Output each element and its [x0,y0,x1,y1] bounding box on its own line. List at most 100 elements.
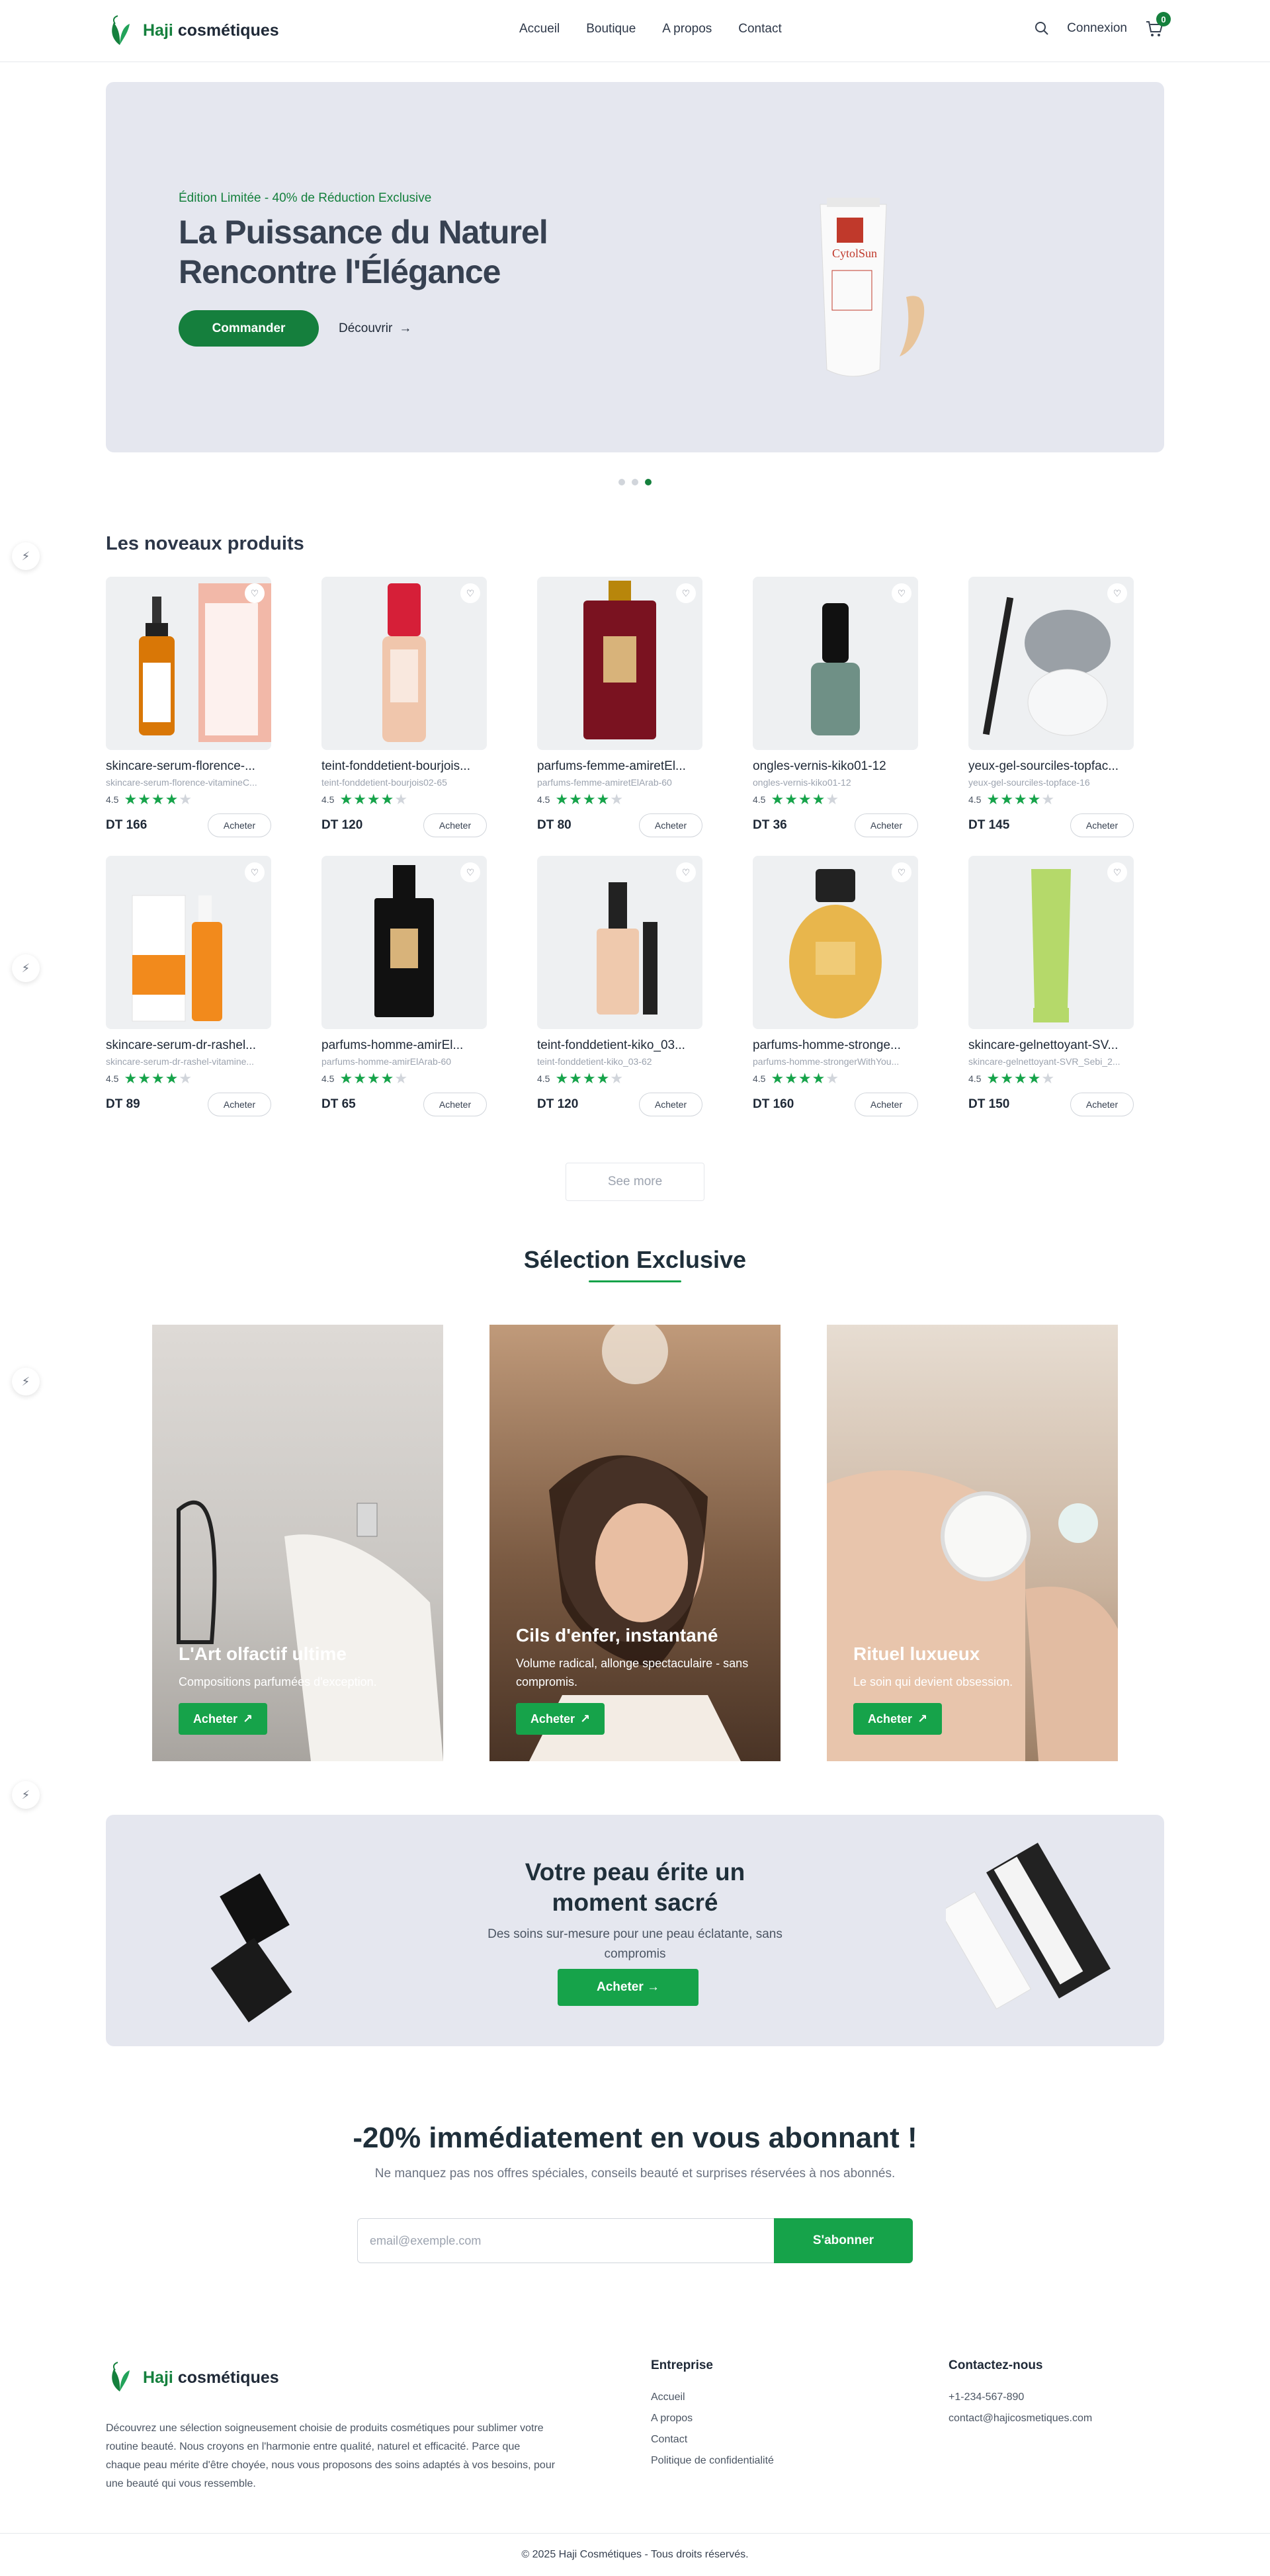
exclusive-card-mascara[interactable]: Cils d'enfer, instantané Volume radical,… [489,1325,781,1761]
star-rating-icon: ★★★★★ [555,1070,624,1087]
heart-icon[interactable]: ♡ [892,583,911,603]
buy-button[interactable]: Acheter [208,1093,271,1116]
product-name[interactable]: skincare-serum-florence-... [106,759,271,774]
perfume-bottle-icon [789,869,882,1018]
product-image[interactable]: ♡ [537,856,702,1029]
product-card[interactable]: ♡ skincare-serum-florence-... skincare-s… [106,577,271,841]
product-image[interactable]: ♡ [968,856,1134,1029]
product-name[interactable]: skincare-serum-dr-rashel... [106,1038,271,1053]
product-card[interactable]: ♡ skincare-gelnettoyant-SV... skincare-g… [968,856,1134,1120]
subscribe-button[interactable]: S'abonner [774,2218,913,2263]
exclusive-card-perfume[interactable]: L'Art olfactif ultime Compositions parfu… [152,1325,443,1761]
buy-button[interactable]: Acheter [423,1093,487,1116]
heart-icon[interactable]: ♡ [676,583,696,603]
bolt-icon[interactable]: ⚡ [12,1781,40,1809]
footer-phone[interactable]: +1-234-567-890 [949,2391,1092,2403]
product-image[interactable]: ♡ [321,856,487,1029]
search-icon[interactable] [1034,21,1050,36]
logo[interactable]: Haji cosmétiques [106,15,279,48]
product-card[interactable]: ♡ ongles-vernis-kiko01-12 ongles-vernis-… [753,577,918,841]
nav-a-propos[interactable]: A propos [662,22,712,36]
buy-button[interactable]: Acheter [855,813,918,837]
footer-link-accueil[interactable]: Accueil [651,2391,774,2403]
newsletter-subtitle: Ne manquez pas nos offres spéciales, con… [374,2167,896,2181]
heart-icon[interactable]: ♡ [1107,862,1127,882]
nav-accueil[interactable]: Accueil [519,22,560,36]
carousel-dot[interactable] [632,479,638,485]
buy-button[interactable]: Acheter [1070,813,1134,837]
product-card[interactable]: ♡ skincare-serum-dr-rashel... skincare-s… [106,856,271,1120]
external-link-icon: ↗ [579,1712,591,1725]
bolt-icon[interactable]: ⚡ [12,954,40,982]
product-name[interactable]: parfums-femme-amiretEl... [537,759,702,774]
carousel-dot[interactable] [618,479,625,485]
bolt-icon[interactable]: ⚡ [12,1368,40,1395]
heart-icon[interactable]: ♡ [892,862,911,882]
heart-icon[interactable]: ♡ [1107,583,1127,603]
footer-brand-name: Haji cosmétiques [143,2368,279,2387]
copyright: © 2025 Haji Cosmétiques - Tous droits ré… [0,2533,1270,2576]
product-name[interactable]: teint-fonddetient-bourjois... [321,759,487,774]
exclusive-card-cream[interactable]: Rituel luxueux Le soin qui devient obses… [827,1325,1118,1761]
carousel-dot-active[interactable] [645,479,652,485]
footer-column-title: Entreprise [651,2358,713,2372]
product-card[interactable]: ♡ parfums-femme-amiretEl... parfums-femm… [537,577,702,841]
new-products-title: Les noveaux produits [106,533,304,554]
nav-contact[interactable]: Contact [738,22,781,36]
buy-button[interactable]: Acheter [208,813,271,837]
buy-button[interactable]: Acheter [855,1093,918,1116]
product-name[interactable]: skincare-gelnettoyant-SV... [968,1038,1134,1053]
product-image[interactable]: ♡ [106,577,271,750]
product-image[interactable]: ♡ [321,577,487,750]
foundation-bottle-icon [382,583,426,742]
product-card[interactable]: ♡ teint-fonddetient-kiko_03... teint-fon… [537,856,702,1120]
product-price: DT 160 [753,1097,794,1111]
order-button[interactable]: Commander [179,310,319,347]
heart-icon[interactable]: ♡ [460,862,480,882]
buy-button[interactable]: Acheter [1070,1093,1134,1116]
heart-icon[interactable]: ♡ [676,862,696,882]
promo-buy-button[interactable]: Acheter → [558,1969,698,2006]
product-price: DT 65 [321,1097,356,1111]
see-more-button[interactable]: See more [566,1163,704,1201]
product-name[interactable]: teint-fonddetient-kiko_03... [537,1038,702,1053]
product-image[interactable]: ♡ [753,856,918,1029]
product-name[interactable]: parfums-homme-amirEl... [321,1038,487,1053]
product-image[interactable]: ♡ [106,856,271,1029]
exclusive-buy-button[interactable]: Acheter ↗ [516,1703,605,1735]
product-card[interactable]: ♡ parfums-homme-stronge... parfums-homme… [753,856,918,1120]
footer-link-contact[interactable]: Contact [651,2434,774,2446]
heart-icon[interactable]: ♡ [245,583,265,603]
heart-icon[interactable]: ♡ [460,583,480,603]
discover-link[interactable]: Découvrir → [339,321,411,336]
footer-link-privacy[interactable]: Politique de confidentialité [651,2455,774,2467]
product-image[interactable]: ♡ [537,577,702,750]
email-input[interactable]: email@exemple.com [357,2218,774,2263]
perfume-bottle-icon [583,581,656,739]
heart-icon[interactable]: ♡ [245,862,265,882]
product-rating: 4.5 ★★★★★ [321,1070,409,1087]
login-link[interactable]: Connexion [1067,21,1127,36]
product-name[interactable]: parfums-homme-stronge... [753,1038,918,1053]
product-image[interactable]: ♡ [968,577,1134,750]
hero-product-image: CytolSun [820,198,925,377]
exclusive-buy-button[interactable]: Acheter ↗ [179,1703,267,1735]
product-image[interactable]: ♡ [753,577,918,750]
product-card[interactable]: ♡ yeux-gel-sourciles-topfac... yeux-gel-… [968,577,1134,841]
footer-logo[interactable]: Haji cosmétiques [106,2361,279,2394]
buy-button[interactable]: Acheter [423,813,487,837]
product-name[interactable]: ongles-vernis-kiko01-12 [753,759,918,774]
footer-link-a-propos[interactable]: A propos [651,2413,774,2425]
site-header: Haji cosmétiques Accueil Boutique A prop… [0,0,1270,62]
product-card[interactable]: ♡ parfums-homme-amirEl... parfums-homme-… [321,856,487,1120]
nav-boutique[interactable]: Boutique [586,22,636,36]
bolt-icon[interactable]: ⚡ [12,542,40,570]
buy-button[interactable]: Acheter [639,813,702,837]
footer-email[interactable]: contact@hajicosmetiques.com [949,2413,1092,2425]
product-card[interactable]: ♡ teint-fonddetient-bourjois... teint-fo… [321,577,487,841]
exclusive-buy-button[interactable]: Acheter ↗ [853,1703,942,1735]
cart-button[interactable]: 0 [1144,12,1171,38]
product-name[interactable]: yeux-gel-sourciles-topfac... [968,759,1134,774]
buy-button[interactable]: Acheter [639,1093,702,1116]
product-rating: 4.5 ★★★★★ [537,791,624,808]
